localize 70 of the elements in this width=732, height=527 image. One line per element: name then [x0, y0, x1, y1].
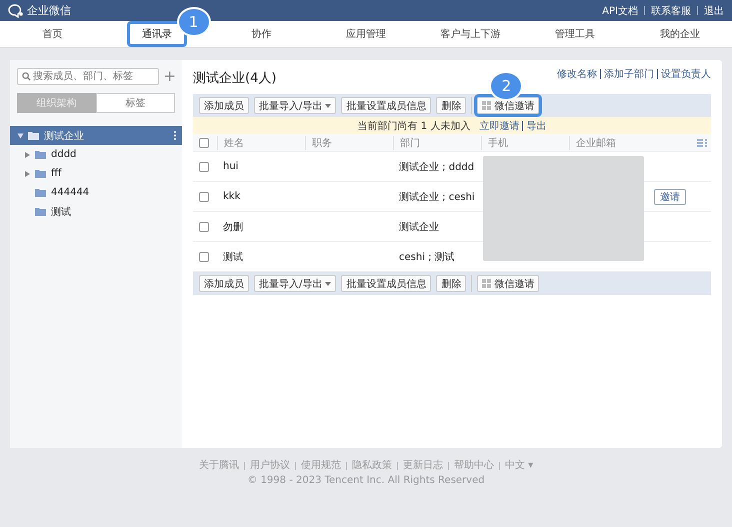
- name-cell-text: 勿删: [222, 220, 244, 234]
- department-cell-text: 测试企业 ; ceshi: [398, 190, 476, 204]
- chat-logo-icon: [8, 4, 24, 18]
- nav-tab[interactable]: 应用管理: [331, 21, 402, 47]
- tree-item[interactable]: 测试企业: [10, 126, 182, 145]
- grid-icon: [482, 279, 492, 288]
- toolbar-button[interactable]: 批量导入/导出: [254, 275, 336, 292]
- caret-icon: [325, 282, 332, 286]
- tree-item[interactable]: 测试: [10, 202, 182, 221]
- toolbar-button[interactable]: 添加成员: [199, 275, 249, 292]
- sidebar-tab[interactable]: 标签: [96, 93, 175, 113]
- department-cell-text: ceshi ; 测试: [398, 250, 456, 264]
- folder-icon: [35, 188, 46, 197]
- expand-icon[interactable]: [25, 170, 30, 176]
- column-settings-icon[interactable]: [697, 138, 707, 146]
- toolbar-button[interactable]: 删除: [436, 275, 466, 292]
- top-link[interactable]: API文档: [602, 4, 638, 18]
- column-header: 职务: [305, 136, 393, 150]
- step-badge: 1: [178, 9, 209, 35]
- notice-link[interactable]: 立即邀请: [479, 118, 520, 132]
- name-cell-text: 测试: [222, 250, 244, 264]
- notice-link[interactable]: 导出: [526, 118, 546, 132]
- notice-text: 当前部门尚有 1 人未加入: [358, 120, 470, 132]
- action-link[interactable]: 添加子部门: [604, 67, 654, 81]
- toolbar-button[interactable]: 批量设置成员信息: [341, 97, 432, 114]
- department-title: 测试企业(4人): [193, 70, 276, 87]
- column-header: 手机: [481, 136, 569, 150]
- nav-tab[interactable]: 我的企业: [644, 21, 715, 47]
- folder-icon: [35, 150, 46, 159]
- column-header: 部门: [393, 136, 481, 150]
- top-link[interactable]: 联系客服: [651, 4, 691, 18]
- toolbar-button[interactable]: 微信邀请: [477, 97, 540, 114]
- select-all-checkbox[interactable]: [199, 138, 209, 148]
- column-header: 姓名: [217, 136, 305, 150]
- nav-tab[interactable]: 首页: [27, 21, 78, 47]
- tree-item[interactable]: 444444: [10, 183, 182, 202]
- folder-icon: [35, 169, 46, 178]
- toolbar-button[interactable]: 删除: [436, 97, 466, 114]
- search-icon: [22, 72, 31, 80]
- nav-tab[interactable]: 管理工具: [540, 21, 610, 47]
- grid-icon: [482, 101, 492, 110]
- department-cell-text: 测试企业 ; dddd: [398, 160, 476, 174]
- action-link[interactable]: 修改名称: [557, 67, 597, 81]
- expand-icon[interactable]: [25, 152, 30, 158]
- row-checkbox[interactable]: [199, 222, 209, 232]
- logo-text: 企业微信: [27, 3, 71, 18]
- invite-button[interactable]: 邀请: [654, 188, 686, 204]
- folder-icon: [35, 207, 46, 216]
- row-checkbox[interactable]: [199, 252, 209, 262]
- copyright-text: © 1998 - 2023 Tencent Inc. All Rights Reserved: [246, 474, 486, 488]
- toolbar-button[interactable]: 添加成员: [199, 97, 249, 114]
- action-link[interactable]: 设置负责人: [661, 67, 711, 81]
- column-header: 企业邮箱: [569, 136, 697, 150]
- expand-icon[interactable]: [18, 133, 24, 138]
- row-checkbox[interactable]: [199, 162, 209, 172]
- caret-icon: [325, 104, 332, 108]
- toolbar-button[interactable]: 批量设置成员信息: [341, 275, 432, 292]
- tree-item[interactable]: dddd: [10, 145, 182, 164]
- toolbar-button[interactable]: 微信邀请: [477, 275, 540, 292]
- top-link[interactable]: 退出: [704, 4, 724, 18]
- toolbar-button[interactable]: 批量导入/导出: [254, 97, 336, 114]
- folder-icon: [28, 131, 39, 140]
- nav-tab[interactable]: 协作: [236, 21, 286, 47]
- department-cell-text: 测试企业: [398, 220, 440, 234]
- name-cell-text: kkk: [222, 191, 242, 202]
- row-checkbox[interactable]: [199, 192, 209, 202]
- name-cell-text: hui: [222, 161, 240, 172]
- nav-tab[interactable]: 客户与上下游: [426, 21, 516, 47]
- tree-item[interactable]: fff: [10, 164, 182, 183]
- step-badge: 2: [491, 73, 522, 99]
